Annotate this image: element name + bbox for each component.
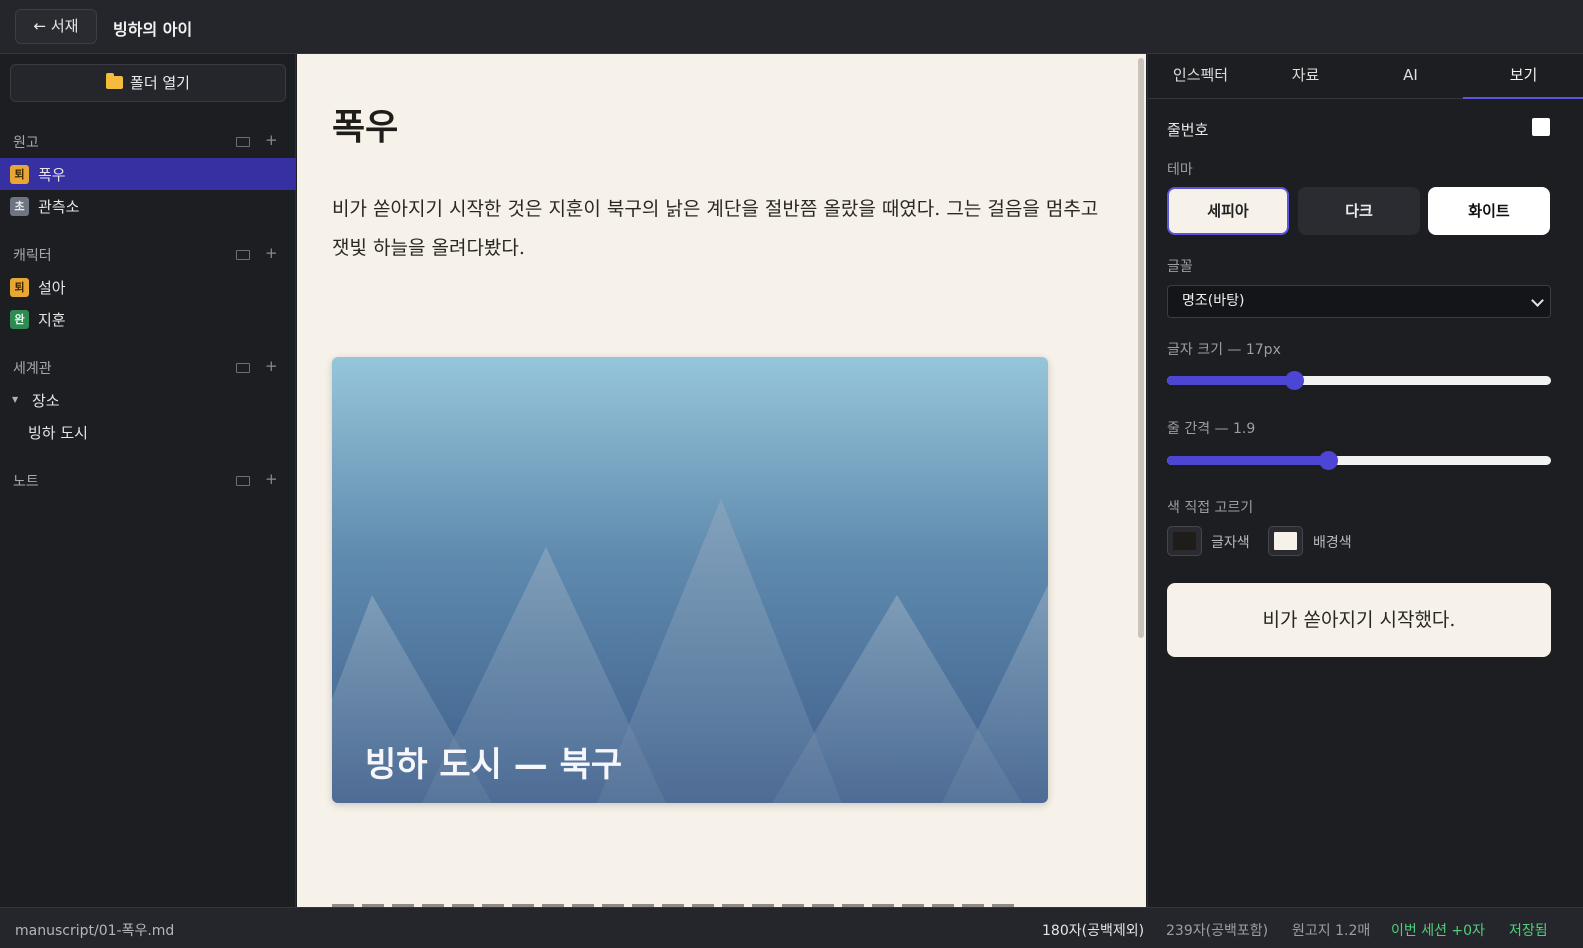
tab-view[interactable]: 보기: [1463, 54, 1583, 99]
new-folder-icon[interactable]: [236, 363, 250, 373]
slider-track: [1167, 376, 1551, 385]
editor-pane[interactable]: 폭우 비가 쏟아지기 시작한 것은 지훈이 북구의 낡은 계단을 절반쯤 올랐을…: [297, 54, 1146, 907]
slider-track: [1167, 456, 1551, 465]
section-title: 원고: [13, 135, 39, 151]
line-numbers-label: 줄번호: [1167, 121, 1209, 139]
slider-thumb[interactable]: [1319, 451, 1339, 470]
section-header-world: 세계관 +: [0, 356, 296, 380]
bg-color-chip: [1274, 532, 1297, 550]
theme-dark-button[interactable]: 다크: [1298, 187, 1420, 235]
add-item-icon[interactable]: +: [265, 131, 278, 149]
session-count: 이번 세션 +0자: [1391, 923, 1485, 939]
add-item-icon[interactable]: +: [265, 470, 278, 488]
theme-label: 테마: [1167, 162, 1193, 178]
line-numbers-checkbox[interactable]: [1532, 118, 1550, 136]
status-badge: 퇴: [10, 278, 29, 297]
slider-fill: [1167, 456, 1329, 465]
editor-scrollbar[interactable]: [1138, 58, 1144, 638]
section-title: 노트: [13, 474, 39, 490]
top-bar: ← 서재 빙하의 아이: [0, 0, 1583, 54]
file-path: manuscript/01-폭우.md: [15, 923, 175, 939]
document-title[interactable]: 폭우: [332, 98, 398, 150]
char-count-no-space: 180자(공백제외): [1042, 923, 1145, 939]
status-bar: manuscript/01-폭우.md 180자(공백제외) 239자(공백포함…: [0, 907, 1583, 948]
section-title: 세계관: [13, 361, 52, 377]
document-paragraph[interactable]: 비가 쏟아지기 시작한 것은 지훈이 북구의 낡은 계단을 절반쯤 올랐을 때였…: [332, 190, 1102, 268]
text-color-swatch[interactable]: [1167, 526, 1202, 556]
back-to-library-button[interactable]: ← 서재: [15, 9, 97, 44]
theme-preview: 비가 쏟아지기 시작했다.: [1167, 583, 1551, 657]
image-caption: 빙하 도시 — 북구: [365, 745, 623, 785]
theme-white-button[interactable]: 화이트: [1428, 187, 1550, 235]
tree-item-character-2[interactable]: 완 지훈: [0, 303, 296, 335]
font-size-label: 글자 크기 — 17px: [1167, 342, 1281, 358]
new-folder-icon[interactable]: [236, 250, 250, 260]
panel-tabs: 인스펙터 자료 AI 보기: [1148, 54, 1583, 99]
tree-item-manuscript-2[interactable]: 초 관측소: [0, 190, 296, 222]
color-picker-label: 색 직접 고르기: [1167, 500, 1254, 516]
tree-folder-places[interactable]: ▼ 장소: [0, 384, 296, 416]
text-color-label: 글자색: [1211, 535, 1250, 551]
tree-item-label: 폭우: [38, 166, 66, 184]
bg-color-swatch[interactable]: [1268, 526, 1303, 556]
slider-fill: [1167, 376, 1294, 385]
new-folder-icon[interactable]: [236, 137, 250, 147]
font-select-value: 명조(바탕): [1182, 293, 1245, 309]
char-count-with-space: 239자(공백포함): [1166, 923, 1269, 939]
manuscript-page-count: 원고지 1.2매: [1292, 923, 1371, 939]
right-panel: 인스펙터 자료 AI 보기 줄번호 테마 세피아 다크 화이트 글꼴 명조(바탕…: [1147, 54, 1583, 907]
text-color-chip: [1173, 532, 1196, 550]
clipped-next-paragraph: [332, 898, 1032, 907]
section-title: 캐릭터: [13, 248, 52, 264]
tree-item-label: 관측소: [38, 198, 80, 216]
tree-item-label: 설아: [38, 279, 66, 297]
section-header-notes: 노트 +: [0, 469, 296, 493]
folder-icon: [106, 73, 124, 89]
tab-resources[interactable]: 자료: [1253, 54, 1358, 99]
line-height-label: 줄 간격 — 1.9: [1167, 421, 1256, 437]
font-label: 글꼴: [1167, 259, 1193, 275]
tab-inspector[interactable]: 인스펙터: [1148, 54, 1253, 99]
inline-image: 빙하 도시 — 북구: [332, 357, 1048, 803]
tree-item-manuscript-1[interactable]: 퇴 폭우: [0, 158, 296, 190]
tree-item-label: 지훈: [38, 311, 66, 329]
add-item-icon[interactable]: +: [265, 357, 278, 375]
bg-color-label: 배경색: [1313, 535, 1352, 551]
tree-item-character-1[interactable]: 퇴 설아: [0, 271, 296, 303]
line-height-slider[interactable]: [1167, 450, 1551, 472]
book-title: 빙하의 아이: [113, 20, 193, 39]
section-header-characters: 캐릭터 +: [0, 243, 296, 267]
tree-item-label: 빙하 도시: [28, 424, 88, 442]
tab-ai[interactable]: AI: [1358, 54, 1463, 99]
open-folder-label: 폴더 열기: [130, 74, 190, 92]
save-status: 저장됨: [1509, 923, 1548, 939]
tree-item-label: 장소: [32, 392, 60, 410]
theme-sepia-button[interactable]: 세피아: [1167, 187, 1289, 235]
new-folder-icon[interactable]: [236, 476, 250, 486]
binder-sidebar: 폴더 열기 원고 + 퇴 폭우 초 관측소 캐릭터 + 퇴 설아 완 지훈 세계…: [0, 54, 296, 907]
caret-down-icon[interactable]: ▼: [12, 395, 18, 404]
add-item-icon[interactable]: +: [265, 244, 278, 262]
chevron-down-icon: [1531, 294, 1544, 307]
font-select[interactable]: 명조(바탕): [1167, 285, 1551, 318]
open-folder-button[interactable]: 폴더 열기: [10, 64, 286, 102]
status-badge: 완: [10, 310, 29, 329]
font-size-slider[interactable]: [1167, 370, 1551, 392]
status-badge: 초: [10, 197, 29, 216]
tree-item-place-1[interactable]: 빙하 도시: [0, 416, 296, 448]
slider-thumb[interactable]: [1284, 371, 1304, 390]
section-header-manuscript: 원고 +: [0, 130, 296, 154]
status-badge: 퇴: [10, 165, 29, 184]
